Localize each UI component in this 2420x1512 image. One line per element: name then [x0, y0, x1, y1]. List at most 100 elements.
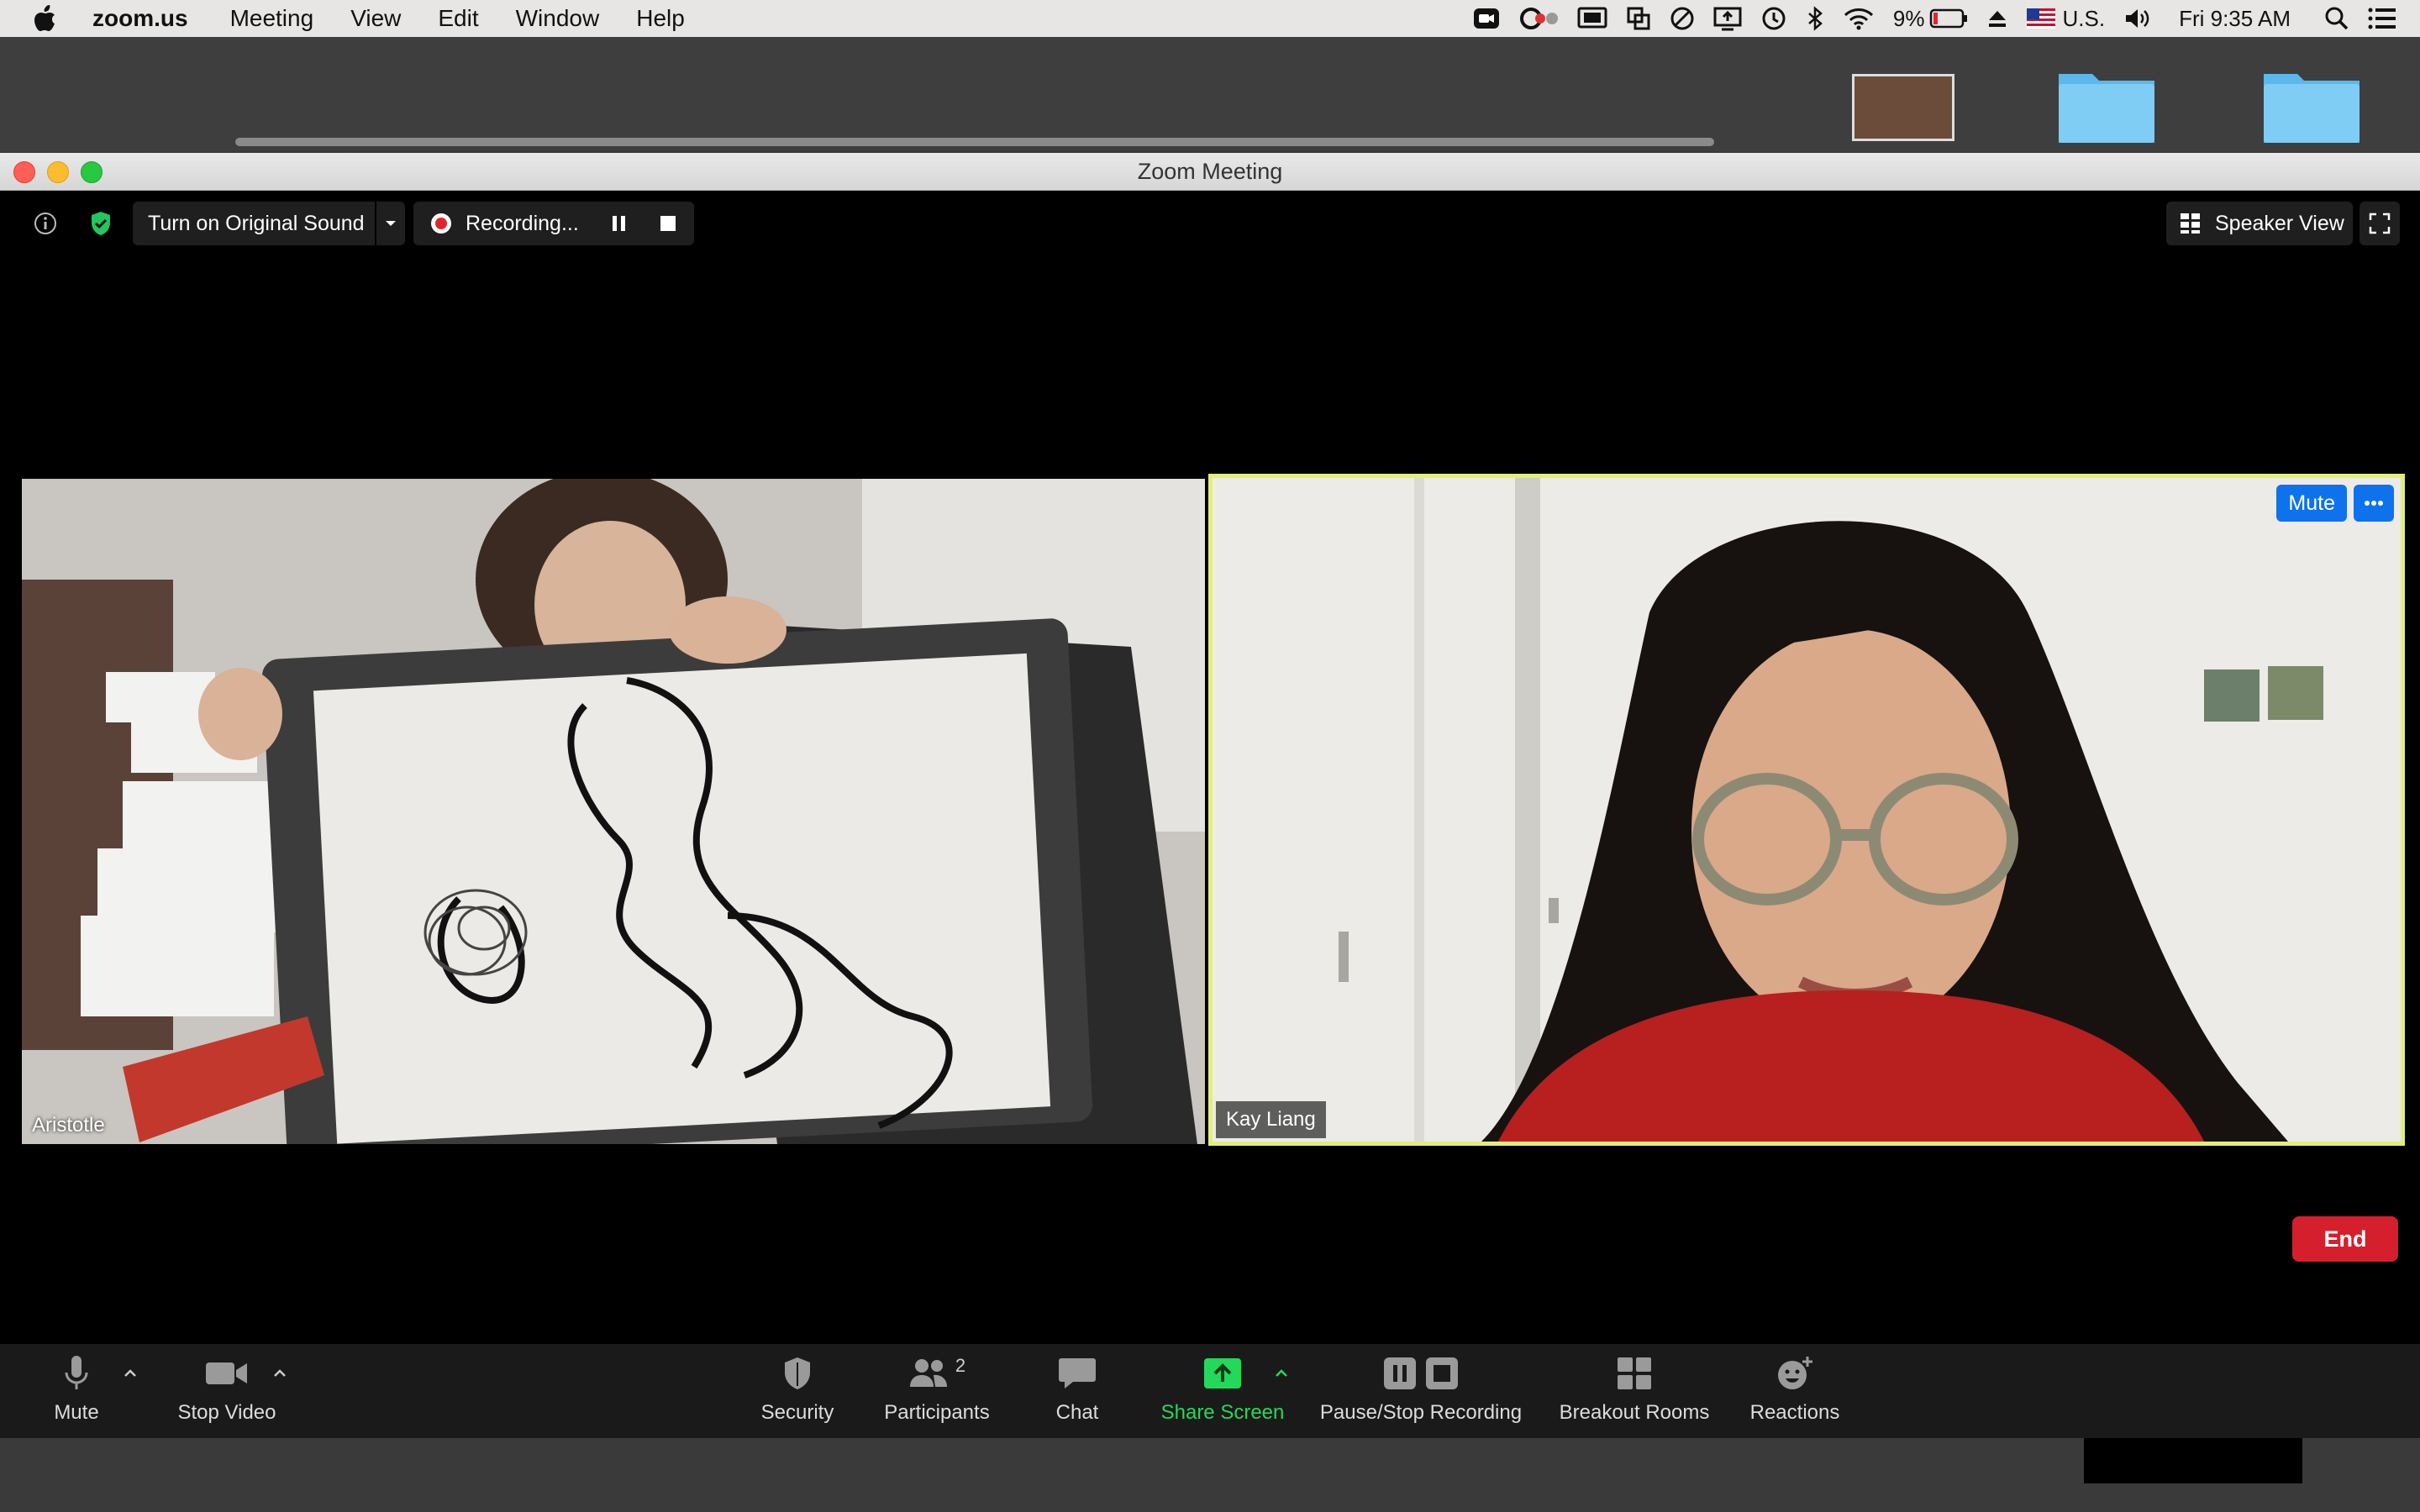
chat-button[interactable]: Chat [1035, 1349, 1119, 1433]
audio-options-button[interactable] [119, 1362, 141, 1384]
eject-icon[interactable] [1986, 0, 2008, 37]
creative-cloud-icon[interactable] [1519, 0, 1559, 37]
volume-icon[interactable] [2123, 0, 2152, 37]
folder-icon[interactable] [2055, 66, 2158, 146]
folder-icon[interactable] [2260, 66, 2363, 146]
video-tile-aristotle[interactable]: Aristotle [22, 479, 1205, 1144]
window-title: Zoom Meeting [1137, 159, 1283, 184]
mute-label: Mute [54, 1401, 99, 1424]
display-icon[interactable] [1577, 0, 1607, 37]
bluetooth-icon[interactable] [1806, 0, 1824, 37]
stop-video-button[interactable]: Stop Video [165, 1349, 289, 1433]
participants-icon [909, 1359, 947, 1387]
participant-more-button[interactable] [2354, 485, 2394, 522]
share-screen-label: Share Screen [1160, 1401, 1285, 1424]
mute-button[interactable]: Mute [34, 1349, 119, 1433]
battery-percent: 9% [1892, 5, 1925, 31]
breakout-rooms-label: Breakout Rooms [1559, 1401, 1710, 1424]
participant-name-label: Kay Liang [1216, 1101, 1326, 1138]
participants-label: Participants [884, 1401, 990, 1424]
participants-button[interactable]: 2 Participants [874, 1349, 1000, 1433]
menu-view[interactable]: View [350, 5, 401, 32]
meeting-controls-toolbar: Mute Stop Video Security 2 Participants … [0, 1344, 2420, 1438]
menu-help[interactable]: Help [636, 5, 685, 32]
stop-recording-button[interactable] [660, 215, 676, 232]
more-options-icon [2365, 501, 2383, 506]
chat-bubble-icon [1059, 1358, 1096, 1389]
chevron-up-icon [1276, 1369, 1287, 1377]
security-label: Security [760, 1401, 834, 1424]
fullscreen-icon [2369, 213, 2391, 234]
zoom-window-button[interactable] [81, 161, 103, 183]
participant-video-frame [22, 479, 1205, 1144]
pause-recording-button[interactable] [611, 214, 628, 233]
wifi-icon[interactable] [1843, 0, 1875, 37]
windows-icon[interactable] [1626, 0, 1651, 37]
desktop-screenshot-thumbnail[interactable] [1852, 74, 1954, 141]
mute-participant-button[interactable]: Mute [2276, 485, 2347, 522]
background-window-edge [235, 138, 1714, 146]
grid-layout-icon [2181, 213, 2200, 234]
chevron-up-icon [274, 1369, 286, 1377]
pause-icon [612, 216, 625, 231]
menu-edit[interactable]: Edit [438, 5, 478, 32]
video-camera-icon [206, 1362, 247, 1384]
us-flag-icon[interactable] [2027, 0, 2056, 37]
menu-meeting[interactable]: Meeting [230, 5, 314, 32]
close-window-button[interactable] [13, 161, 35, 183]
menubar-clock[interactable]: Fri 9:35 AM [2179, 0, 2291, 37]
participant-video-frame [1213, 478, 2401, 1142]
original-sound-menu-button[interactable] [376, 219, 405, 228]
input-source-label[interactable]: U.S. [2062, 0, 2105, 37]
notification-center-icon[interactable] [2368, 0, 2396, 37]
apple-menu-icon[interactable] [32, 4, 57, 33]
info-icon [34, 213, 56, 234]
pause-stop-recording-label: Pause/Stop Recording [1319, 1401, 1523, 1424]
share-options-button[interactable] [1270, 1362, 1292, 1384]
share-screen-icon [1204, 1358, 1241, 1389]
menu-bar: zoom.us Meeting View Edit Window Help 9%… [0, 0, 2420, 37]
do-not-disturb-icon[interactable] [1670, 0, 1695, 37]
meeting-info-button[interactable] [24, 202, 67, 245]
shield-check-icon [92, 212, 110, 235]
reactions-smiley-icon [1778, 1357, 1812, 1389]
security-button[interactable]: Security [751, 1349, 844, 1433]
screen-share-icon[interactable] [1713, 0, 1742, 37]
spotlight-search-icon[interactable] [2324, 0, 2349, 37]
original-sound-label: Turn on Original Sound [148, 211, 365, 235]
time-machine-icon[interactable] [1760, 0, 1787, 37]
chevron-up-icon [124, 1369, 136, 1377]
minimize-window-button[interactable] [47, 161, 69, 183]
speaker-view-label: Speaker View [2215, 211, 2344, 235]
reactions-button[interactable]: Reactions [1743, 1349, 1847, 1433]
caret-down-icon [386, 221, 396, 226]
video-options-button[interactable] [269, 1362, 291, 1384]
zoom-status-icon[interactable] [1473, 0, 1502, 37]
window-titlebar: Zoom Meeting [0, 153, 2420, 191]
stop-video-label: Stop Video [177, 1401, 276, 1424]
record-dot-icon [431, 213, 451, 234]
fullscreen-button[interactable] [2360, 202, 2400, 245]
original-sound-button[interactable]: Turn on Original Sound [133, 202, 405, 245]
breakout-rooms-button[interactable]: Breakout Rooms [1555, 1349, 1714, 1433]
encryption-button[interactable] [84, 202, 118, 245]
speaker-view-button[interactable]: Speaker View [2166, 202, 2353, 245]
status-area: 9% U.S. Fri 9:35 AM [1473, 0, 2420, 37]
breakout-rooms-icon [1618, 1357, 1651, 1389]
stop-icon [660, 216, 676, 231]
video-tile-kay-liang[interactable]: Mute Kay Liang [1208, 474, 2405, 1146]
pause-stop-recording-icon [1384, 1357, 1458, 1389]
share-screen-button[interactable]: Share Screen [1151, 1349, 1294, 1433]
menu-window[interactable]: Window [516, 5, 600, 32]
chat-label: Chat [1055, 1401, 1099, 1424]
participants-count-badge: 2 [955, 1355, 966, 1376]
recording-indicator: Recording... [413, 202, 694, 245]
end-meeting-button[interactable]: End [2292, 1216, 2398, 1262]
reactions-label: Reactions [1749, 1401, 1840, 1424]
battery-icon[interactable] [1929, 0, 1968, 37]
recording-label: Recording... [466, 211, 579, 235]
pause-stop-recording-button[interactable]: Pause/Stop Recording [1311, 1349, 1531, 1433]
security-shield-icon [785, 1357, 810, 1389]
app-menu[interactable]: zoom.us [92, 5, 188, 32]
participant-name-label: Aristotle [32, 1114, 105, 1137]
